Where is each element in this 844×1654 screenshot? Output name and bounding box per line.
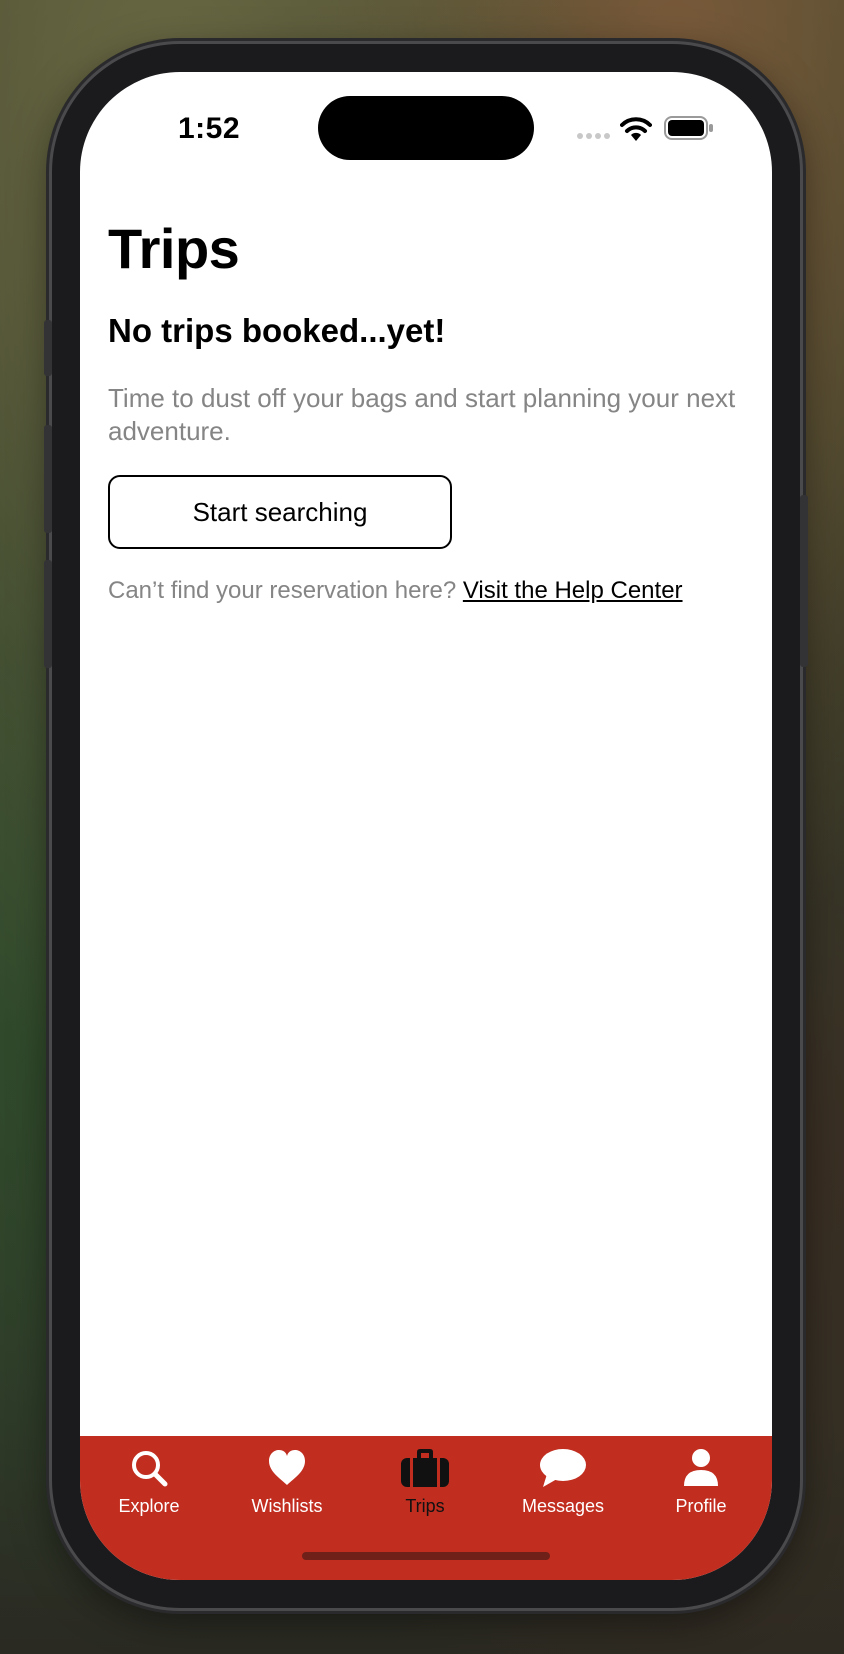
dynamic-island [318,96,534,160]
home-indicator [302,1552,550,1560]
search-icon [132,1451,168,1487]
chat-bubble-icon [540,1449,586,1487]
wifi-icon [620,117,652,141]
power-button [800,495,808,667]
action-button [44,320,52,376]
tab-wishlists[interactable]: Wishlists [218,1436,356,1532]
tab-label-messages: Messages [521,1496,605,1516]
tab-messages[interactable]: Messages [494,1436,632,1532]
heart-icon [269,1450,305,1485]
battery-icon [664,116,713,140]
help-prompt: Can’t find your reservation here? [108,577,457,604]
cellular-signal-icon [577,133,610,139]
suitcase-icon [401,1449,449,1487]
volume-up-button [44,425,52,533]
status-time: 1:52 [178,112,241,145]
status-bar: 1:52 [80,72,772,182]
tab-label-wishlists: Wishlists [251,1496,323,1516]
app-screen: 1:52 Trips No trips booked...yet! Time t… [80,72,772,1580]
page-title: Trips [108,217,240,280]
tab-trips[interactable]: Trips [356,1436,494,1532]
tab-explore[interactable]: Explore [80,1436,218,1532]
start-searching-button[interactable]: Start searching [108,475,452,549]
empty-state-heading: No trips booked...yet! [108,312,446,349]
tab-label-profile: Profile [675,1496,727,1516]
person-icon [684,1449,718,1486]
tab-profile[interactable]: Profile [632,1436,770,1532]
tab-label-trips: Trips [405,1496,445,1516]
tab-label-explore: Explore [118,1496,180,1516]
tab-bar: Explore Wishlists Trips Messages Profile [80,1436,772,1580]
empty-state-description: Time to dust off your bags and start pla… [108,383,736,446]
volume-down-button [44,560,52,668]
help-row: Can’t find your reservation here? Visit … [108,577,683,605]
help-center-link[interactable]: Visit the Help Center [463,577,683,604]
